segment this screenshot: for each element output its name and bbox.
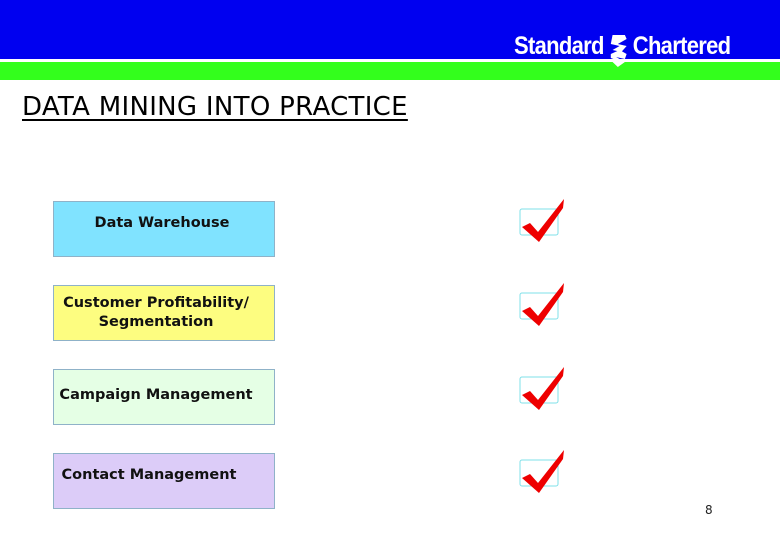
item-box-campaign-management: Campaign Management xyxy=(53,369,275,425)
item-label: Customer Profitability/Segmentation xyxy=(63,295,249,330)
checkmark-icon xyxy=(519,283,564,326)
page-number: 8 xyxy=(705,503,713,517)
checkmark-icon xyxy=(519,450,564,493)
item-box-customer-profitability: Customer Profitability/Segmentation xyxy=(53,285,275,341)
item-label: Data Warehouse xyxy=(94,214,230,231)
brand-name-left: Standard xyxy=(514,31,604,60)
item-box-contact-management: Contact Management xyxy=(53,453,275,509)
item-label: Contact Management xyxy=(61,466,237,483)
accent-bar xyxy=(0,62,780,80)
checkmark-icon xyxy=(519,199,564,242)
brand-name-right: Chartered xyxy=(632,31,731,60)
brand-logo: Standard Chartered xyxy=(514,30,731,67)
checkmark-icon xyxy=(519,367,564,410)
brand-mark-icon xyxy=(610,35,627,67)
item-box-data-warehouse: Data Warehouse xyxy=(53,201,275,257)
slide-title: DATA MINING INTO PRACTICE xyxy=(22,92,408,122)
item-label: Campaign Management xyxy=(59,386,253,403)
